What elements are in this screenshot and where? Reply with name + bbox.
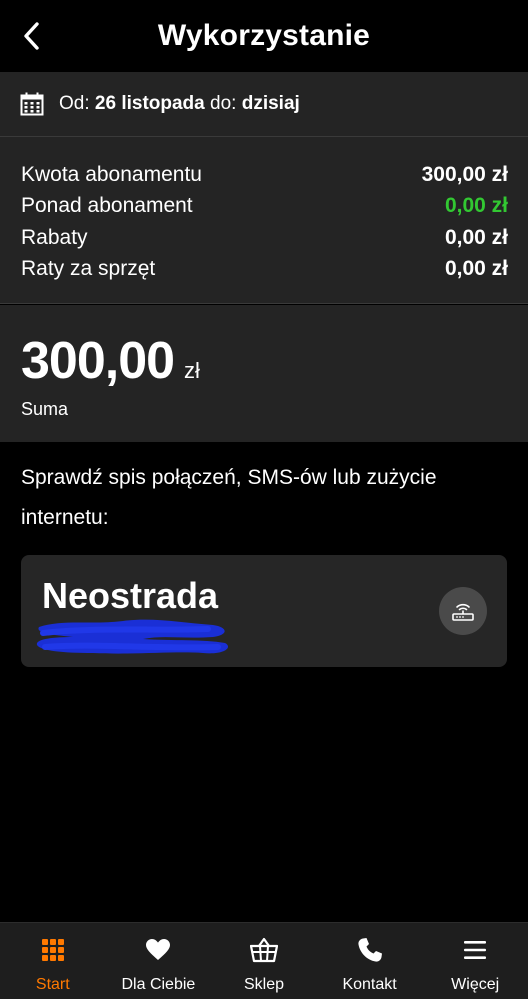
breakdown-label: Kwota abonamentu bbox=[21, 162, 202, 186]
total-section: 300,00 zł Suma bbox=[0, 305, 528, 442]
calendar-icon bbox=[20, 92, 44, 116]
breakdown-value: 300,00 zł bbox=[421, 162, 508, 186]
breakdown-row-equipment-installments: Raty za sprzęt 0,00 zł bbox=[0, 254, 528, 286]
info-text: Sprawdź spis połączeń, SMS-ów lub zużyci… bbox=[21, 466, 437, 529]
total-currency: zł bbox=[184, 358, 200, 383]
grid-icon bbox=[39, 936, 67, 964]
from-label: Od: bbox=[59, 93, 90, 114]
header: Wykorzystanie bbox=[0, 0, 528, 72]
breakdown-row-subscription: Kwota abonamentu 300,00 zł bbox=[0, 159, 528, 191]
nav-label: Więcej bbox=[451, 976, 500, 993]
breakdown-value: 0,00 zł bbox=[444, 194, 508, 218]
heart-icon bbox=[144, 936, 172, 964]
back-button[interactable] bbox=[14, 18, 48, 54]
nav-label: Dla Ciebie bbox=[121, 976, 196, 993]
total-amount: 300,00 bbox=[21, 332, 175, 390]
nav-item-wiecej[interactable]: Więcej bbox=[422, 923, 528, 999]
to-label: do: bbox=[210, 93, 237, 114]
usage-screen: Wykorzystanie Od: 26 listopada do: dzisi… bbox=[0, 0, 528, 999]
chevron-left-icon bbox=[24, 22, 39, 50]
breakdown-value: 0,00 zł bbox=[444, 225, 508, 249]
nav-label: Sklep bbox=[243, 976, 284, 993]
nav-label: Start bbox=[35, 976, 70, 993]
redacted-service-number bbox=[36, 619, 229, 654]
service-title: Neostrada bbox=[42, 575, 219, 616]
breakdown-label: Ponad abonament bbox=[21, 194, 193, 218]
breakdown-row-discounts: Rabaty 0,00 zł bbox=[0, 222, 528, 254]
nav-item-sklep[interactable]: Sklep bbox=[211, 923, 317, 999]
breakdown-row-over-subscription: Ponad abonament 0,00 zł bbox=[0, 191, 528, 223]
breakdown-label: Rabaty bbox=[21, 225, 88, 249]
total-label: Suma bbox=[21, 399, 69, 419]
breakdown-label: Raty za sprzęt bbox=[21, 257, 156, 281]
breakdown-value: 0,00 zł bbox=[444, 257, 508, 281]
to-value: dzisiaj bbox=[241, 93, 300, 114]
bottom-navigation: Start Dla Ciebie Sklep Kontakt Więcej bbox=[0, 922, 528, 999]
total-line: 300,00 zł bbox=[21, 333, 528, 389]
from-value: 26 listopada bbox=[94, 93, 205, 114]
basket-icon bbox=[249, 936, 278, 964]
nav-label: Kontakt bbox=[342, 976, 397, 993]
date-range-text: Od: 26 listopada do: dzisiaj bbox=[59, 93, 300, 115]
service-card-neostrada[interactable]: Neostrada bbox=[21, 555, 507, 667]
phone-icon bbox=[356, 936, 384, 964]
cost-breakdown: Kwota abonamentu 300,00 zł Ponad aboname… bbox=[0, 137, 528, 304]
nav-item-start[interactable]: Start bbox=[0, 923, 106, 999]
router-icon bbox=[452, 603, 474, 621]
date-range-selector[interactable]: Od: 26 listopada do: dzisiaj bbox=[0, 72, 528, 137]
menu-icon bbox=[461, 936, 489, 964]
nav-item-kontakt[interactable]: Kontakt bbox=[317, 923, 423, 999]
page-title: Wykorzystanie bbox=[157, 19, 371, 52]
service-icon-button[interactable] bbox=[439, 587, 487, 635]
nav-item-dla-ciebie[interactable]: Dla Ciebie bbox=[106, 923, 212, 999]
